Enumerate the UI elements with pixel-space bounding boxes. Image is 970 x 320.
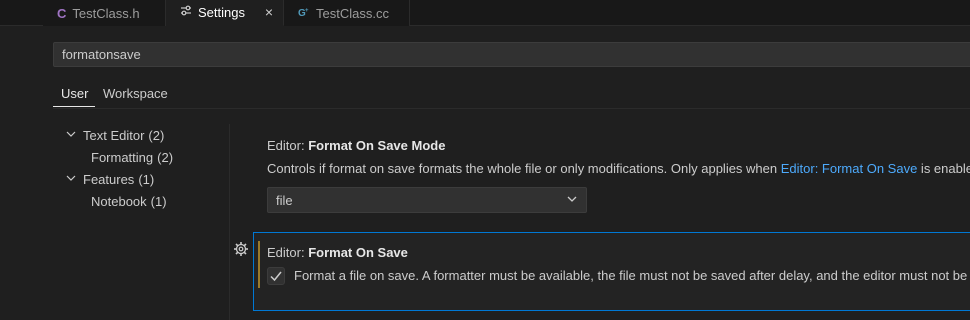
svg-text:+: + — [305, 8, 309, 14]
settings-icon — [180, 5, 192, 20]
toc-label: Features — [83, 172, 135, 187]
toc-item-text-editor[interactable]: Text Editor (2) — [65, 128, 164, 143]
toc-divider — [229, 124, 230, 320]
setting-link[interactable]: Editor: Format On Save — [781, 161, 918, 176]
settings-search-input[interactable]: formatonsave — [53, 42, 970, 67]
tab-user[interactable]: User — [61, 86, 88, 101]
toc-count: (2) — [157, 150, 174, 165]
tab-label: Settings — [198, 5, 245, 20]
tab-workspace[interactable]: Workspace — [103, 86, 168, 101]
toc-count: (1) — [150, 194, 167, 209]
cpp-file-icon: G + — [298, 6, 310, 21]
format-on-save-checkbox[interactable] — [267, 267, 285, 285]
select-value: file — [276, 192, 293, 208]
setting-description: Format a file on save. A formatter must … — [294, 268, 968, 283]
toc-label: Formatting — [91, 150, 154, 165]
search-value: formatonsave — [62, 47, 141, 62]
active-tab-indicator — [53, 106, 95, 107]
setting-name: Format On Save — [308, 245, 408, 260]
toc-item-features[interactable]: Features (1) — [65, 172, 154, 187]
desc-text: Controls if format on save formats the w… — [267, 161, 781, 176]
chevron-down-icon — [65, 128, 77, 143]
c-file-icon: C — [57, 5, 67, 21]
gear-icon[interactable] — [233, 241, 249, 257]
toc-count: (2) — [148, 128, 165, 143]
toc-label: Notebook — [91, 194, 147, 209]
setting-category: Editor: — [267, 138, 309, 153]
setting-title-format-on-save: Editor: Format On Save — [267, 245, 408, 260]
modified-indicator — [258, 241, 260, 288]
tab-label: TestClass.cc — [316, 5, 389, 21]
setting-name: Format On Save Mode — [308, 138, 446, 153]
chevron-down-icon — [65, 172, 77, 187]
setting-category: Editor: — [267, 245, 309, 260]
toc-count: (1) — [138, 172, 155, 187]
toc-item-notebook[interactable]: Notebook (1) — [91, 194, 167, 209]
chevron-down-icon — [566, 193, 578, 208]
check-icon — [270, 271, 282, 282]
setting-description: Controls if format on save formats the w… — [267, 161, 970, 176]
editor-tab-bar: C TestClass.h Settings × G + TestClass.cc — [0, 0, 970, 26]
toc-item-formatting[interactable]: Formatting (2) — [91, 150, 173, 165]
desc-text: is enable — [917, 161, 970, 176]
tab-label: TestClass.h — [72, 5, 140, 21]
close-icon[interactable]: × — [265, 4, 273, 20]
divider — [53, 108, 970, 109]
toc-label: Text Editor — [83, 128, 145, 143]
tab-testclass-cc[interactable]: G + TestClass.cc — [284, 0, 410, 26]
format-on-save-mode-select[interactable]: file — [267, 187, 587, 213]
setting-title-format-on-save-mode: Editor: Format On Save Mode — [267, 138, 445, 153]
tab-settings[interactable]: Settings × — [166, 0, 284, 26]
tab-testclass-h[interactable]: C TestClass.h — [43, 0, 166, 26]
